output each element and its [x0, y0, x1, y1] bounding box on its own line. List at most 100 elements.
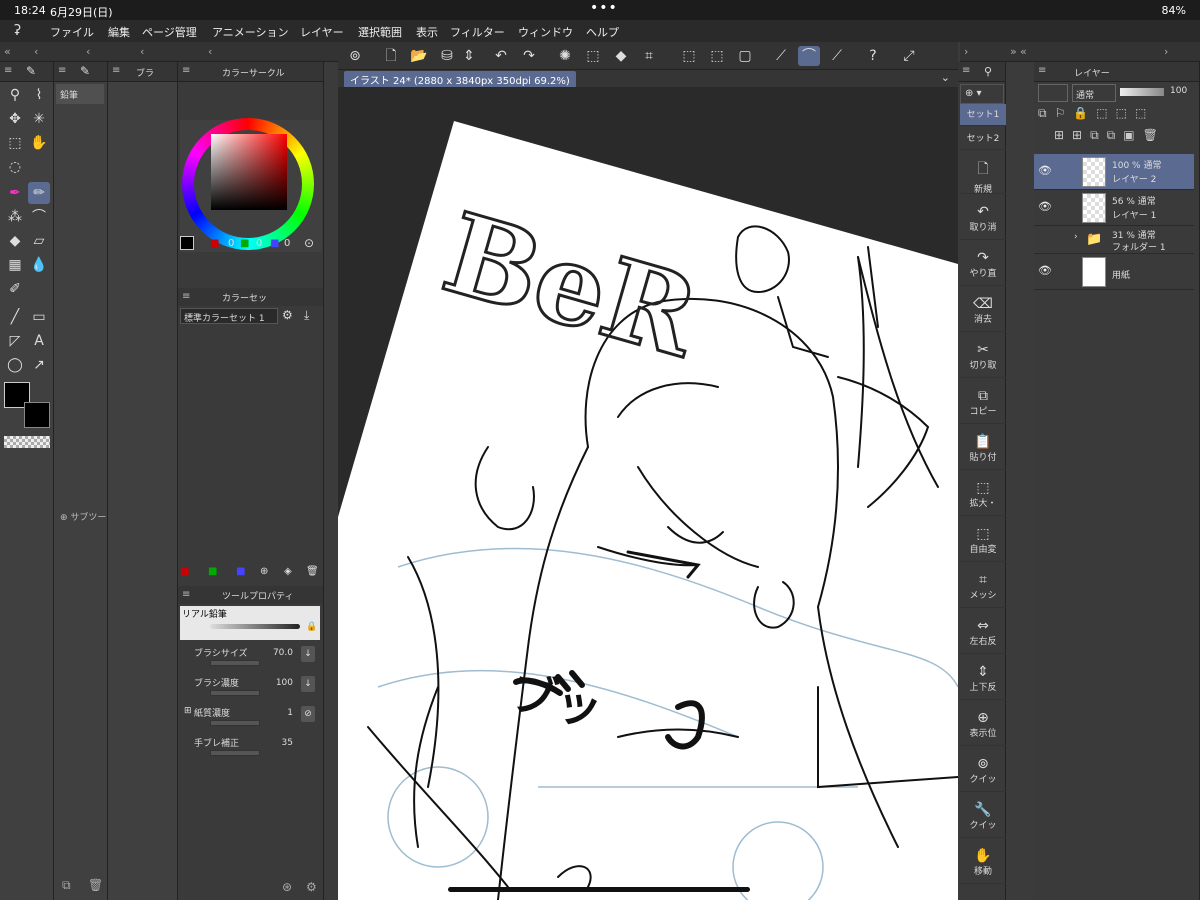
wrench-icon[interactable]: ⚙	[282, 308, 293, 322]
stabilization-slider[interactable]	[210, 750, 260, 756]
line-icon[interactable]: ╱	[4, 306, 26, 328]
blend-icon[interactable]: 💧	[28, 254, 50, 276]
app-logo-icon[interactable]: ʡ	[14, 23, 21, 39]
lasso-icon[interactable]: ◌	[4, 156, 26, 178]
green-square-icon[interactable]: ■	[208, 566, 217, 577]
pen-tool-icon[interactable]: ✒	[4, 182, 26, 204]
blend-mode-select[interactable]: 通常	[1072, 84, 1116, 102]
paper-property[interactable]: ⊞ 紙質濃度 1 ⊘	[184, 704, 319, 732]
brush-size-tab[interactable]: ブラ	[136, 66, 154, 79]
menu-icon[interactable]: ≡	[1038, 65, 1046, 76]
fullscreen-icon[interactable]: ⤢	[898, 46, 920, 66]
menu-page[interactable]: ページ管理	[142, 24, 197, 40]
move-icon[interactable]: ✥	[4, 108, 26, 130]
collapse-left-icon[interactable]: «	[4, 45, 11, 58]
operation-icon[interactable]: ⬚	[4, 132, 26, 154]
layer-panel-tab[interactable]: レイヤー	[1074, 66, 1110, 79]
frame-icon[interactable]: ▭	[28, 306, 50, 328]
opacity-value[interactable]: 100	[1170, 86, 1187, 96]
lock-icon[interactable]: 🔒	[306, 622, 317, 632]
menu-help[interactable]: ヘルプ	[586, 24, 619, 40]
eraser-icon[interactable]: ▱	[28, 230, 50, 252]
help-icon[interactable]: ?	[862, 46, 884, 66]
magic-wand-icon[interactable]: ✳	[28, 108, 50, 130]
chevron-right-icon[interactable]: ›	[1164, 45, 1168, 58]
loading-icon[interactable]: ✺	[554, 46, 576, 66]
home-indicator[interactable]	[448, 887, 750, 892]
save-icon[interactable]: ⛁	[436, 46, 458, 66]
color-mode-icon[interactable]: ⊙	[304, 236, 314, 250]
canvas-area[interactable]: BeR ブッ	[338, 87, 958, 900]
tool-property-tab[interactable]: ツールプロパティ	[222, 589, 293, 602]
eyedropper-icon[interactable]: ⌇	[28, 84, 50, 106]
document-tab[interactable]: イラスト 24* (2880 x 3840px 350dpi 69.2%)	[344, 71, 576, 88]
pencil-tool-icon[interactable]: ✏	[28, 182, 50, 204]
scroll-toggle-icon[interactable]: ⇕	[458, 46, 480, 66]
search-icon[interactable]: ⚲	[984, 65, 992, 78]
brush-snap-icon[interactable]: ⌒	[798, 46, 820, 66]
pen-snap-icon[interactable]: ⟋	[826, 46, 848, 66]
undo-icon[interactable]: ↶	[490, 46, 512, 66]
set-2-button[interactable]: セット2	[960, 128, 1006, 150]
pipette-icon[interactable]: ⌒	[28, 206, 50, 228]
red-square-icon[interactable]: ■	[180, 566, 189, 577]
command-item[interactable]: ✋ 移動	[960, 844, 1006, 884]
command-item[interactable]: 🔧 クイッ	[960, 798, 1006, 838]
sub-tool-tab-icon[interactable]: ✎	[80, 64, 90, 78]
crop-icon[interactable]: ⌗	[638, 46, 660, 66]
eye-icon[interactable]: 👁	[1038, 264, 1052, 277]
add-color-icon[interactable]: ⊕	[260, 566, 268, 577]
menu-icon[interactable]: ≡	[4, 65, 12, 76]
menu-icon[interactable]: ≡	[182, 65, 190, 76]
command-item[interactable]: ↶ 取り消	[960, 200, 1006, 240]
hand-icon[interactable]: ✋	[28, 132, 50, 154]
layer-row[interactable]: 📁 › 31 % 通常 フォルダー 1	[1034, 226, 1194, 254]
eye-icon[interactable]: 👁	[1038, 164, 1052, 177]
command-item[interactable]: ⬚ 自由変	[960, 522, 1006, 562]
menu-file[interactable]: ファイル	[50, 24, 94, 40]
paper-settings-icon[interactable]: ⊘	[301, 706, 315, 722]
app-home-icon[interactable]: ⊚	[344, 46, 366, 66]
download-icon[interactable]: ⤓	[304, 308, 309, 323]
chevron-left-icon[interactable]: ‹	[208, 45, 212, 58]
transform-icon[interactable]: ⬚	[582, 46, 604, 66]
ruler-icon[interactable]: ◸	[4, 330, 26, 352]
correction-icon[interactable]: ✐	[4, 278, 26, 300]
brush-density-slider[interactable]	[210, 690, 260, 696]
command-item[interactable]: ⧉ コピー	[960, 384, 1006, 424]
color-set-select[interactable]: 標準カラーセット 1	[180, 308, 278, 324]
saturation-square[interactable]	[211, 134, 287, 210]
set-1-button[interactable]: セット1	[960, 104, 1006, 126]
multitask-dots[interactable]: •••	[590, 0, 618, 16]
pressure-icon[interactable]: ↓	[301, 646, 315, 662]
open-file-icon[interactable]: 📂	[408, 46, 430, 66]
current-color-chip[interactable]	[180, 236, 194, 250]
command-item[interactable]: ⌫ 消去	[960, 292, 1006, 332]
menu-view[interactable]: 表示	[416, 24, 438, 40]
command-item[interactable]: 📋 貼り付	[960, 430, 1006, 470]
stabilization-property[interactable]: 手ブレ補正 35	[184, 734, 319, 762]
trash-icon[interactable]: 🗑	[306, 566, 319, 577]
command-item[interactable]: 🗋 新規	[960, 154, 1006, 195]
zoom-icon[interactable]: ⚲	[4, 84, 26, 106]
deselect-icon[interactable]: ⬚	[678, 46, 700, 66]
pattern-icon[interactable]: ▦	[4, 254, 26, 276]
settings-icon[interactable]: ⊛	[282, 880, 292, 894]
wrench-icon[interactable]: ⚙	[306, 880, 317, 894]
layer-row[interactable]: 👁 56 % 通常 レイヤー 1	[1034, 190, 1194, 226]
fill-icon[interactable]: ◆	[4, 230, 26, 252]
command-item[interactable]: ⊚ クイッ	[960, 752, 1006, 792]
menu-layer[interactable]: レイヤー	[300, 24, 344, 40]
artwork-canvas[interactable]: BeR ブッ	[338, 87, 958, 900]
sub-color-swatch[interactable]	[24, 402, 50, 428]
layer-color-select[interactable]	[1038, 84, 1068, 102]
collapse-right-icon[interactable]: »	[1010, 45, 1017, 58]
brush-density-value[interactable]: 100	[276, 678, 293, 688]
pressure-icon[interactable]: ↓	[301, 676, 315, 692]
opacity-slider[interactable]	[1120, 88, 1164, 96]
command-item[interactable]: ⇔ 左右反	[960, 614, 1006, 654]
text-icon[interactable]: A	[28, 330, 50, 352]
ruler-snap-icon[interactable]: ⟋	[770, 46, 792, 66]
pen-tab-icon[interactable]: ✎	[26, 64, 36, 78]
link-icon[interactable]: ↗	[28, 354, 50, 376]
